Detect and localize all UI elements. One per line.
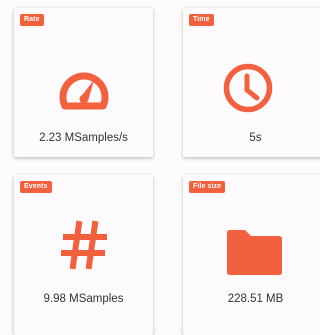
events-card: Events 9.98 MSamples — [14, 175, 153, 335]
file-size-card: File size 228.51 MB — [183, 175, 320, 335]
time-value: 5s — [249, 132, 262, 144]
rate-card: Rate 2.23 MSamples/s — [14, 8, 153, 157]
speedometer-icon — [59, 72, 109, 110]
rate-value: 2.23 MSamples/s — [39, 132, 128, 144]
time-card: Time 5s — [183, 8, 320, 157]
file-size-value: 228.51 MB — [227, 293, 284, 305]
events-value: 9.98 MSamples — [43, 293, 124, 305]
hash-icon — [61, 220, 107, 270]
time-badge: Time — [189, 14, 214, 26]
rate-badge: Rate — [20, 14, 44, 26]
events-badge: Events — [20, 181, 52, 193]
folder-icon — [227, 230, 282, 275]
clock-icon — [223, 63, 273, 113]
file-size-badge: File size — [189, 181, 226, 193]
